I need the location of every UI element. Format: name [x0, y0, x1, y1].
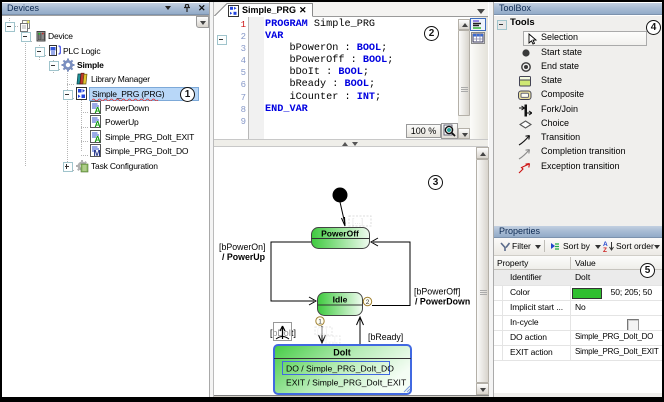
svg-text:EXIT / Simple_PRG_DoIt_EXIT: EXIT / Simple_PRG_DoIt_EXIT: [286, 378, 407, 388]
svg-text:Idle: Idle: [333, 295, 348, 305]
svg-text:A: A: [95, 119, 101, 128]
svg-text:[...]: [...]: [352, 217, 363, 226]
svg-text:DoIt: DoIt: [333, 348, 351, 358]
svg-text:2: 2: [366, 299, 370, 306]
svg-text:A: A: [95, 105, 101, 114]
svg-text:[bPowerOff]: [bPowerOff]: [414, 287, 460, 297]
svg-text:PowerOff: PowerOff: [321, 229, 359, 239]
svg-text:Z: Z: [603, 247, 607, 252]
svg-text:[bPowerOn]: [bPowerOn]: [219, 242, 265, 252]
svg-text:[...]: [...]: [317, 327, 327, 336]
svg-text:[bReady]: [bReady]: [368, 332, 403, 342]
svg-text:A: A: [95, 134, 101, 143]
svg-text:[...]: [...]: [326, 337, 336, 344]
svg-text:/ PowerDown: / PowerDown: [415, 297, 470, 307]
svg-text:1: 1: [318, 319, 322, 326]
svg-text:DO / Simple_PRG_DoIt_DO: DO / Simple_PRG_DoIt_DO: [286, 364, 394, 374]
svg-text:/ PowerUp: / PowerUp: [222, 252, 266, 262]
svg-text:M: M: [94, 148, 101, 157]
